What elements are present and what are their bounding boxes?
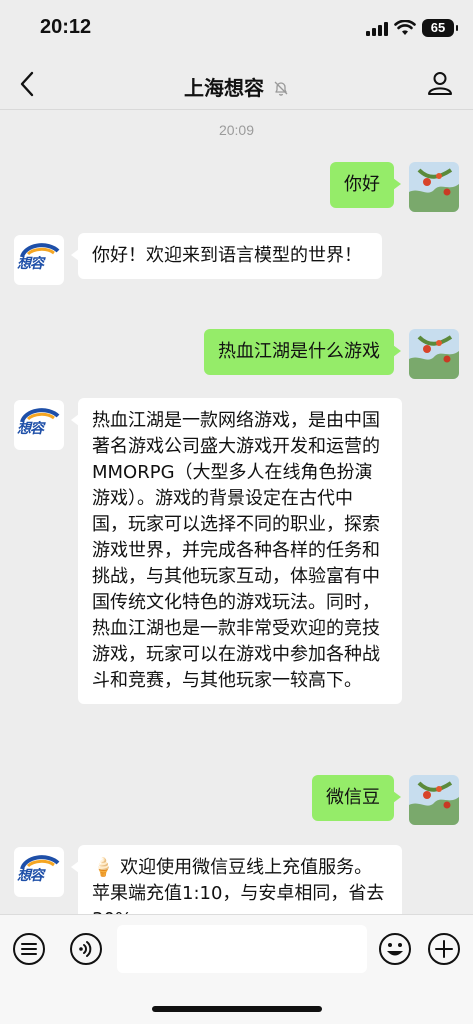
chat-title: 上海想容 bbox=[183, 76, 264, 100]
status-time: 20:12 bbox=[40, 16, 92, 38]
bot-logo-text: 想容 bbox=[17, 421, 44, 437]
voice-icon[interactable] bbox=[69, 932, 103, 966]
bot-logo-text: 想容 bbox=[17, 868, 44, 884]
received-message-bubble[interactable]: 热血江湖是一款网络游戏，是由中国著名游戏公司盛大游戏开发和运营的MMORPG（大… bbox=[71, 398, 402, 704]
cellular-signal-icon bbox=[366, 22, 388, 36]
sent-message-bubble[interactable]: 微信豆 bbox=[312, 775, 401, 821]
nav-bar: 上海想容 bbox=[0, 58, 473, 110]
user-avatar[interactable] bbox=[409, 775, 459, 825]
message-input[interactable] bbox=[117, 925, 367, 973]
home-indicator bbox=[152, 1006, 322, 1012]
bot-logo-text: 想容 bbox=[17, 256, 44, 272]
bot-avatar[interactable]: 想容 bbox=[14, 847, 64, 897]
message-text: 热血江湖是一款网络游戏，是由中国著名游戏公司盛大游戏开发和运营的MMORPG（大… bbox=[92, 410, 380, 691]
battery-icon: 65 bbox=[422, 19, 458, 37]
received-message-bubble[interactable]: 你好！欢迎来到语言模型的世界！ bbox=[71, 233, 382, 279]
message-text: 微信豆 bbox=[326, 787, 380, 808]
bot-avatar[interactable]: 想容 bbox=[14, 235, 64, 285]
bot-avatar[interactable]: 想容 bbox=[14, 400, 64, 450]
sent-message-bubble[interactable]: 热血江湖是什么游戏 bbox=[204, 329, 401, 375]
list-icon[interactable] bbox=[12, 932, 46, 966]
user-avatar[interactable] bbox=[409, 329, 459, 379]
message-text: 你好！欢迎来到语言模型的世界！ bbox=[92, 245, 362, 266]
wifi-icon bbox=[394, 20, 416, 35]
emoji-icon[interactable] bbox=[378, 932, 412, 966]
bell-muted-icon bbox=[274, 81, 288, 96]
plus-icon[interactable] bbox=[427, 932, 461, 966]
message-timestamp: 20:09 bbox=[218, 122, 255, 138]
status-bar: 20:12 65 bbox=[0, 0, 473, 58]
person-icon[interactable] bbox=[427, 70, 453, 96]
message-text: 你好 bbox=[344, 174, 380, 195]
chat-title-wrap: 上海想容 bbox=[0, 72, 473, 101]
user-avatar[interactable] bbox=[409, 162, 459, 212]
sent-message-bubble[interactable]: 你好 bbox=[330, 162, 401, 208]
message-text: 热血江湖是什么游戏 bbox=[218, 341, 380, 362]
